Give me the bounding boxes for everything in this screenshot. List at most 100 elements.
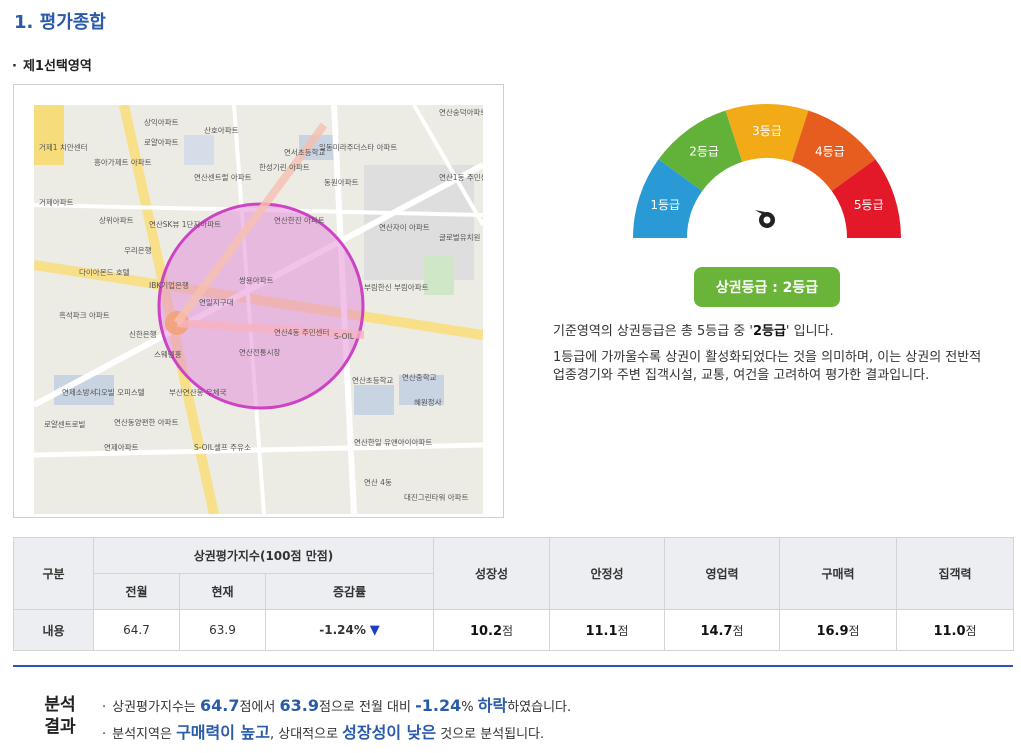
map-place-label: 연산SK뷰 1단지아파트 — [149, 219, 221, 229]
analysis-label-line1: 분석 — [44, 695, 76, 715]
highlight-value: 64.7 — [200, 696, 240, 715]
map-place-label: 연산한일 유앤아이아파트 — [354, 437, 432, 447]
grade-gauge: 1등급 2등급 3등급 4등급 5등급 — [626, 98, 910, 250]
bullet-icon: · — [102, 727, 107, 742]
analysis-label: 분석 결과 — [40, 694, 80, 738]
section-title: · 제1선택영역 — [12, 55, 92, 74]
map-place-label: 로얄아파트 — [144, 137, 179, 147]
map-place-label: 연산초등학교 — [352, 375, 393, 385]
cell-business: 14.7점 — [664, 609, 781, 651]
grade-description: 기준영역의 상권등급은 총 5등급 중 '2등급' 입니다. — [553, 322, 993, 342]
business-value: 14.7 — [700, 623, 733, 639]
unit-label: 점 — [617, 623, 629, 638]
attraction-value: 11.0 — [933, 623, 966, 639]
grade-description-bold: 2등급 — [752, 324, 786, 339]
highlight-value: 하락 — [477, 696, 508, 715]
evaluation-table: 구분 상권평가지수(100점 만점) 성장성 안정성 영업력 구매력 집객력 전… — [13, 537, 1015, 651]
building-block — [184, 135, 214, 165]
map-place-label: 스웨덴홍 — [154, 349, 182, 359]
map-place-label: 연산중학교 — [402, 372, 437, 382]
cell-change-rate: -1.24% ▼ — [264, 609, 435, 651]
map-place-label: 대진그린타워 아파트 — [404, 492, 469, 502]
map-place-label: 부림한신 — [364, 283, 392, 292]
map-place-label: 연산전통시장 — [239, 347, 280, 357]
grade-description-post: ' 입니다. — [785, 324, 834, 339]
map-place-label: 혜원정사 — [414, 397, 442, 407]
map-place-label: 연제소방서 — [62, 387, 97, 397]
map-place-label: 연산한진 아파트 — [274, 215, 325, 225]
map-place-label: 거제아파트 — [39, 197, 74, 207]
cell-purchasing: 16.9점 — [779, 609, 898, 651]
grade-description-pre: 기준영역의 상권등급은 총 5등급 중 ' — [553, 324, 753, 339]
map-place-label: 연제아파트 — [104, 442, 139, 452]
map-place-label: 연산숭덕아파트 — [439, 107, 483, 117]
map-place-label: 신한은행 — [129, 329, 157, 339]
gauge-label-2: 2등급 — [689, 144, 719, 158]
grade-gauge-chart: 1등급 2등급 3등급 4등급 5등급 — [633, 104, 901, 238]
header-growth: 성장성 — [433, 537, 551, 610]
unit-label: 점 — [965, 623, 977, 638]
map-place-label: IBK기업은행 — [149, 280, 189, 290]
bullet-icon: · — [12, 59, 17, 74]
cell-growth: 10.2점 — [433, 609, 551, 651]
growth-value: 10.2 — [469, 623, 503, 639]
bullet-icon: · — [102, 700, 107, 715]
cell-attraction: 11.0점 — [896, 609, 1015, 651]
grade-badge: 상권등급 : 2등급 — [694, 267, 840, 307]
change-rate-value: -1.24% — [319, 622, 366, 637]
map-place-label: 다이아몬드 호텔 — [79, 267, 130, 277]
map-canvas[interactable]: 상익아파트로얄아파트거제1 치안센터흥아가제트 아파트거제아파트산호아파트연서초… — [34, 105, 483, 514]
map-place-label: 쌍용아파트 — [239, 275, 274, 285]
highlight-value: -1.24 — [415, 696, 462, 715]
header-stability: 안정성 — [549, 537, 666, 610]
gauge-label-3: 3등급 — [752, 124, 782, 138]
table-row: 내용 64.7 63.9 -1.24% ▼ 10.2점 11.1점 14.7점 … — [13, 609, 1015, 651]
arrow-down-icon: ▼ — [369, 622, 380, 638]
map-place-label: 글로벌유치원 — [439, 232, 480, 242]
map-place-label: 연산 4동 — [364, 477, 392, 487]
text: , 상대적으로 — [269, 727, 343, 742]
header-current: 현재 — [179, 573, 266, 610]
map-place-label: 연산센트럴 아파트 — [194, 172, 252, 182]
header-purchasing: 구매력 — [779, 537, 898, 610]
text: 상권평가지수는 — [112, 700, 200, 715]
map-place-label: 연산1동 주민센터 — [439, 172, 483, 182]
highlight-value: 성장성이 낮은 — [342, 723, 437, 742]
map-place-label: 상위아파트 — [99, 215, 134, 225]
unit-label: 점 — [848, 623, 860, 638]
header-index-group: 상권평가지수(100점 만점) — [92, 537, 435, 574]
analysis-line-2: · 분석지역은 구매력이 높고, 상대적으로 성장성이 낮은 것으로 분석됩니다. — [102, 719, 544, 743]
map-place-label: 동원아파트 — [324, 177, 359, 187]
map-place-label: 일동미라주더스타 아파트 — [319, 142, 397, 152]
gauge-needle-icon — [755, 210, 775, 228]
unit-label: 점 — [732, 623, 744, 638]
map[interactable]: 상익아파트 로얄아파트 거제1 치안센터 흥아가제트 아파트 거제아파트 산호아파트 연서초… — [34, 105, 483, 514]
text: 분석지역은 — [112, 727, 177, 742]
park-block — [424, 255, 454, 295]
map-place-label: 우리은행 — [124, 245, 152, 255]
section-divider — [13, 665, 1013, 667]
school-block — [354, 385, 394, 415]
row-label: 내용 — [13, 609, 94, 651]
header-change-rate: 증감률 — [264, 573, 435, 610]
text: 점에서 — [239, 700, 280, 715]
header-prev-month: 전월 — [93, 573, 180, 610]
text: 하였습니다. — [507, 700, 572, 715]
map-place-label: 부산연산동 우체국 — [169, 387, 227, 397]
header-attraction: 집객력 — [896, 537, 1015, 610]
map-place-label: 상익아파트 — [144, 117, 179, 127]
cell-prev-month: 64.7 — [93, 609, 180, 651]
map-place-label: 흥아가제트 아파트 — [94, 157, 152, 167]
stability-value: 11.1 — [585, 623, 618, 639]
map-place-label: 산호아파트 — [204, 125, 239, 135]
highlight-value: 63.9 — [279, 696, 319, 715]
analysis-label-line2: 결과 — [44, 717, 76, 737]
section-title-text: 제1선택영역 — [22, 59, 92, 74]
map-place-label: 연일지구대 — [199, 298, 234, 307]
park-block — [34, 105, 64, 165]
map-place-label: 디오빌 오피스텔 — [94, 388, 145, 397]
text: % — [461, 700, 478, 715]
map-place-label: S-OIL — [334, 332, 355, 341]
highlight-value: 구매력이 높고 — [176, 723, 270, 742]
map-place-label: 연산동양편한 아파트 — [114, 417, 179, 427]
